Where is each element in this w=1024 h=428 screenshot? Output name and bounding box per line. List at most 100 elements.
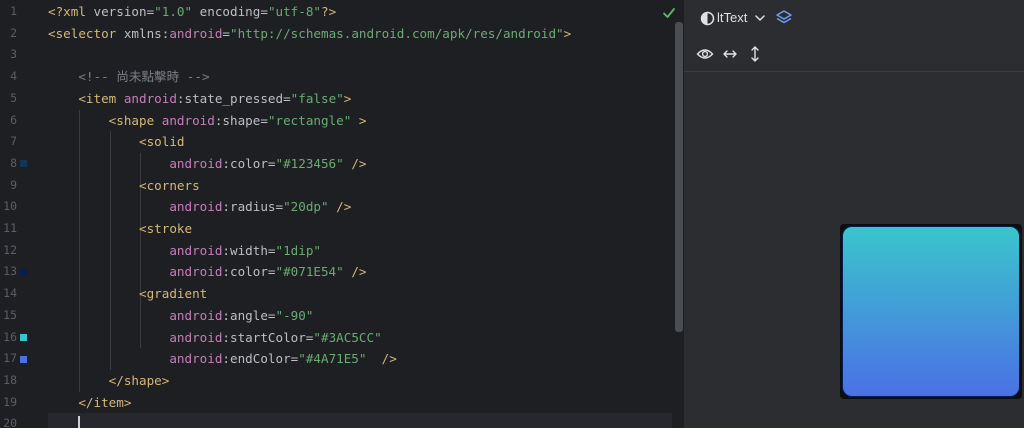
code-token: version xyxy=(93,4,147,19)
code-line[interactable]: <?xml version="1.0" encoding="utf-8"?> xyxy=(48,1,336,23)
code-line[interactable]: android:startColor="#3AC5CC" xyxy=(48,327,382,349)
code-editor[interactable]: 1 2 3 4 5 6 7 8 9 10 11 12 13 14 15 16 17 18 19 20 <?xml ve… xyxy=(0,0,683,428)
theme-label[interactable]: ltText xyxy=(717,10,747,26)
code-line[interactable]: android:color="#123456" /> xyxy=(48,153,366,175)
code-token: "1.0" xyxy=(154,4,193,19)
code-line[interactable]: <shape android:shape="rectangle" > xyxy=(48,110,367,132)
code-token: :endColor= xyxy=(222,351,299,367)
code-line[interactable]: <stroke xyxy=(48,218,192,240)
color-swatch-icon[interactable] xyxy=(20,160,27,168)
code-token: /> xyxy=(328,199,352,215)
line-number: 10 xyxy=(3,199,17,214)
code-token: encoding xyxy=(192,4,261,19)
code-token: /> xyxy=(366,351,397,367)
code-area[interactable]: <?xml version="1.0" encoding="utf-8"?> <s… xyxy=(48,0,672,428)
line-number: 19 xyxy=(3,394,17,409)
code-line[interactable]: android:angle="-90" xyxy=(48,305,313,327)
line-number: 16 xyxy=(3,329,17,344)
shape-preview-frame xyxy=(840,224,1022,399)
code-token: "#4A71E5" xyxy=(298,351,367,367)
vertical-arrows-icon[interactable] xyxy=(749,45,761,63)
line-number: 14 xyxy=(3,286,17,301)
horizontal-arrows-icon[interactable] xyxy=(722,47,738,61)
code-line[interactable]: <corners xyxy=(48,175,200,197)
code-token: = xyxy=(222,25,230,41)
color-swatch-icon[interactable] xyxy=(20,268,27,276)
line-number: 17 xyxy=(3,351,17,366)
code-token: <item xyxy=(78,90,124,106)
eye-icon[interactable] xyxy=(696,46,714,62)
code-token: > xyxy=(563,25,572,41)
line-number: 12 xyxy=(3,242,17,257)
chevron-down-icon[interactable] xyxy=(755,14,765,22)
text-caret xyxy=(78,416,81,428)
code-line[interactable]: <solid xyxy=(48,131,185,153)
preview-view-toolbar xyxy=(684,36,1024,72)
line-number: 15 xyxy=(3,307,17,322)
line-number: 3 xyxy=(10,47,17,62)
code-token: ?> xyxy=(321,4,337,19)
code-token: <corners xyxy=(139,177,200,193)
code-token: > xyxy=(351,112,367,128)
code-token: <selector xyxy=(48,25,124,41)
line-number: 5 xyxy=(10,90,17,105)
code-token: > xyxy=(343,90,352,106)
code-token: :color= xyxy=(222,264,276,280)
contrast-icon[interactable] xyxy=(700,11,715,26)
preview-toolbar: ltText xyxy=(684,0,1024,36)
color-swatch-icon[interactable] xyxy=(20,355,27,363)
line-number: 2 xyxy=(10,25,17,40)
code-line[interactable]: <selector xmlns:android="http://schemas.… xyxy=(48,23,571,45)
line-number: 9 xyxy=(10,177,17,192)
code-line[interactable]: android:color="#071E54" /> xyxy=(48,261,366,283)
code-token: :shape= xyxy=(214,112,268,128)
code-token: :radius= xyxy=(222,199,284,215)
line-gutter: 1 2 3 4 5 6 7 8 9 10 11 12 13 14 15 16 17 18 19 20 xyxy=(0,0,40,428)
check-icon xyxy=(663,8,675,18)
code-token: android xyxy=(169,242,223,258)
code-token: android xyxy=(123,90,177,106)
line-number: 18 xyxy=(3,372,17,387)
layers-icon[interactable] xyxy=(775,9,793,27)
code-token: :color= xyxy=(222,155,276,171)
code-line[interactable] xyxy=(48,413,672,428)
code-token: :angle= xyxy=(222,307,276,323)
code-token: = xyxy=(260,4,268,19)
preview-panel: ltText xyxy=(683,0,1024,428)
code-line[interactable]: </shape> xyxy=(48,370,170,392)
code-token: "rectangle" xyxy=(267,112,352,128)
code-token: android xyxy=(169,307,223,323)
code-line[interactable]: <item android:state_pressed="false"> xyxy=(48,88,351,110)
line-number: 1 xyxy=(10,4,17,18)
code-token: android xyxy=(169,25,223,41)
code-token: "#123456" xyxy=(275,155,344,171)
code-line[interactable]: <!-- 尚未點擊時 --> xyxy=(48,66,209,88)
code-token: /> xyxy=(343,264,367,280)
code-line[interactable]: android:radius="20dp" /> xyxy=(48,196,351,218)
code-token: "#3AC5CC" xyxy=(313,329,382,345)
code-token: <solid xyxy=(139,134,185,150)
code-token: android xyxy=(169,155,223,171)
vertical-scrollbar[interactable] xyxy=(675,22,683,332)
code-token: android xyxy=(169,351,223,367)
code-line[interactable]: android:width="1dip" xyxy=(48,240,321,262)
code-token: :startColor= xyxy=(222,329,314,345)
code-token: "20dp" xyxy=(283,199,329,215)
preview-canvas xyxy=(684,73,1024,428)
color-swatch-icon[interactable] xyxy=(20,333,27,341)
line-number: 8 xyxy=(10,155,17,170)
code-token: </item> xyxy=(78,394,132,410)
code-token: "1dip" xyxy=(275,242,321,258)
line-number: 13 xyxy=(3,264,17,279)
code-token: android xyxy=(169,329,223,345)
code-token: android xyxy=(169,199,223,215)
code-line[interactable]: <gradient xyxy=(48,283,207,305)
code-token: <shape xyxy=(108,112,162,128)
code-token: <gradient xyxy=(139,286,208,302)
code-token: android xyxy=(161,112,215,128)
code-token: :width= xyxy=(222,242,276,258)
code-line[interactable]: </item> xyxy=(48,392,131,414)
code-token: <stroke xyxy=(139,221,193,236)
code-token: "#071E54" xyxy=(275,264,344,280)
code-line[interactable]: android:endColor="#4A71E5" /> xyxy=(48,348,397,370)
